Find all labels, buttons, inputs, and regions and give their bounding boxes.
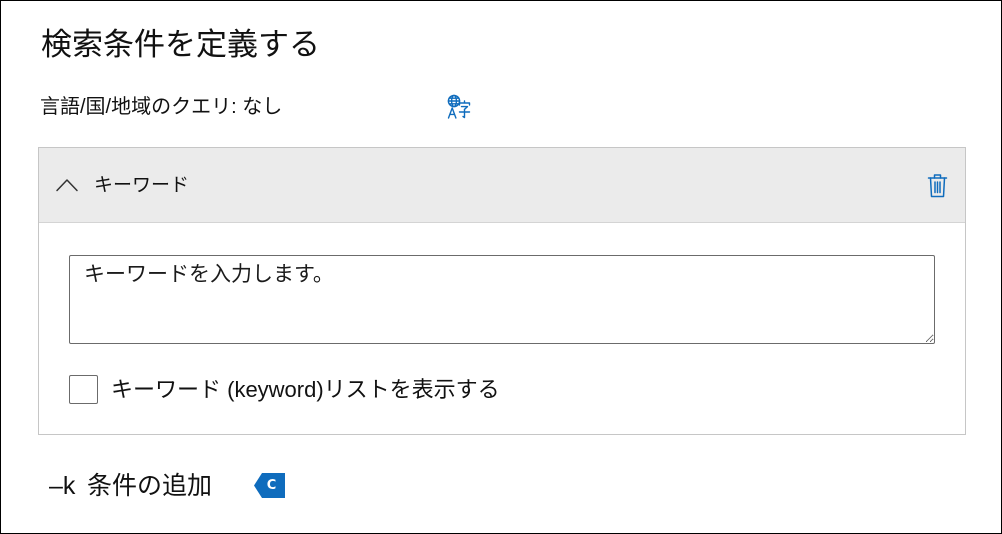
trash-icon[interactable] [927, 173, 948, 198]
query-language-label: 言語/国/地域のクエリ: なし [40, 96, 283, 118]
add-condition-label: 条件の追加 [87, 472, 213, 500]
keyword-condition-section: キーワード キーワード (keyword)リストを表示する [38, 147, 966, 435]
keyword-section-title: キーワード [94, 175, 190, 196]
define-search-conditions-panel: 検索条件を定義する 言語/国/地域のクエリ: なし キーワード キーワードを入力… [0, 0, 1002, 534]
add-condition-prefix: –k [49, 472, 76, 500]
callout-badge: C [254, 473, 285, 498]
keyword-section-header[interactable]: キーワード [39, 148, 965, 223]
add-condition-button[interactable]: –k 条件の追加 [47, 467, 237, 505]
show-keyword-list-label[interactable]: キーワード (keyword)リストを表示する [111, 376, 500, 404]
show-keyword-list-checkbox[interactable] [69, 375, 98, 404]
page-title: 検索条件を定義する [41, 27, 320, 62]
translate-icon[interactable] [447, 94, 471, 120]
chevron-up-icon[interactable] [55, 177, 79, 192]
keyword-input[interactable] [69, 255, 935, 344]
